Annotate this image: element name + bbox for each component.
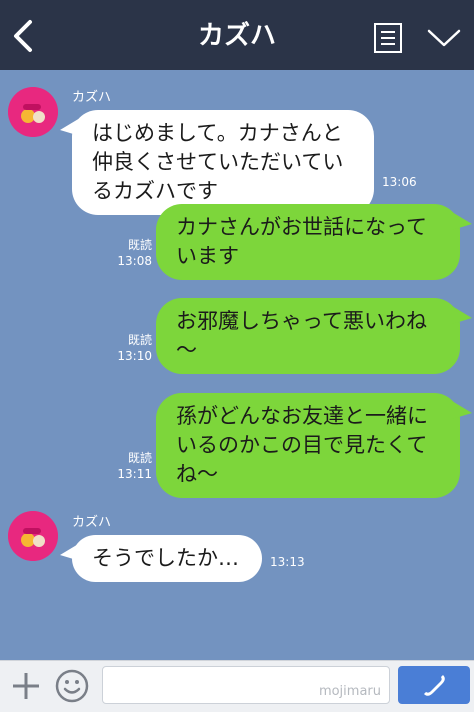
phone-icon — [424, 675, 445, 696]
message-line: はじめまして。カナさんと — [92, 121, 343, 145]
avatar-image-icon — [8, 87, 58, 137]
sender-name: カズハ — [72, 515, 112, 530]
avatar-image-icon — [8, 511, 58, 561]
avatar[interactable] — [8, 511, 58, 561]
message-line: カナさんがお世話になって — [176, 215, 427, 239]
message-time: 13:10 — [117, 349, 152, 363]
chevron-down-icon[interactable] — [426, 26, 462, 50]
message-bubble-sent[interactable]: お邪魔しちゃって悪いわね 〜 — [156, 298, 472, 374]
message-bubble-received[interactable]: はじめまして。カナさんと 仲良くさせていただいてい るカズハです — [60, 110, 374, 215]
read-receipt: 既読 — [127, 333, 152, 347]
message-line: 仲良くさせていただいてい — [92, 150, 344, 174]
message-meta: 既読 13:08 — [108, 237, 152, 269]
message-line: るカズハです — [92, 179, 218, 203]
message-input[interactable]: mojimaru — [102, 666, 390, 704]
message-bubble-received[interactable]: そうでしたか… — [60, 535, 262, 582]
message-time: 13:08 — [117, 254, 152, 268]
read-receipt: 既読 — [127, 451, 152, 465]
plus-icon[interactable] — [10, 670, 42, 702]
message-time: 13:13 — [270, 555, 305, 569]
read-receipt: 既読 — [127, 238, 152, 252]
message-time: 13:11 — [117, 467, 152, 481]
call-button[interactable] — [398, 666, 470, 704]
avatar[interactable] — [8, 87, 58, 137]
message-line: そうでしたか… — [92, 546, 239, 570]
menu-list-icon[interactable] — [373, 22, 403, 54]
message-line: いるのかこの目で見たくて — [176, 433, 428, 457]
message-bubble-sent[interactable]: カナさんがお世話になって います — [156, 204, 472, 280]
message-line: います — [176, 244, 239, 268]
message-line: 孫がどんなお友達と一緒に — [176, 404, 428, 428]
watermark-text: mojimaru — [318, 684, 381, 699]
smiley-icon[interactable] — [54, 668, 90, 704]
message-meta: 既読 13:11 — [108, 450, 152, 482]
message-meta: 既読 13:10 — [108, 332, 152, 364]
sender-name: カズハ — [72, 90, 112, 105]
message-time: 13:06 — [382, 175, 417, 189]
message-line: ね〜 — [176, 462, 218, 486]
message-line: 〜 — [176, 338, 197, 362]
message-bubble-sent[interactable]: 孫がどんなお友達と一緒に いるのかこの目で見たくて ね〜 — [156, 393, 472, 498]
message-line: お邪魔しちゃって悪いわね — [176, 309, 427, 333]
chat-area[interactable]: カズハ はじめまして。カナさんと 仲良くさせていただいてい るカズハです 13:… — [0, 70, 474, 660]
chat-header: カズハ — [0, 0, 474, 70]
